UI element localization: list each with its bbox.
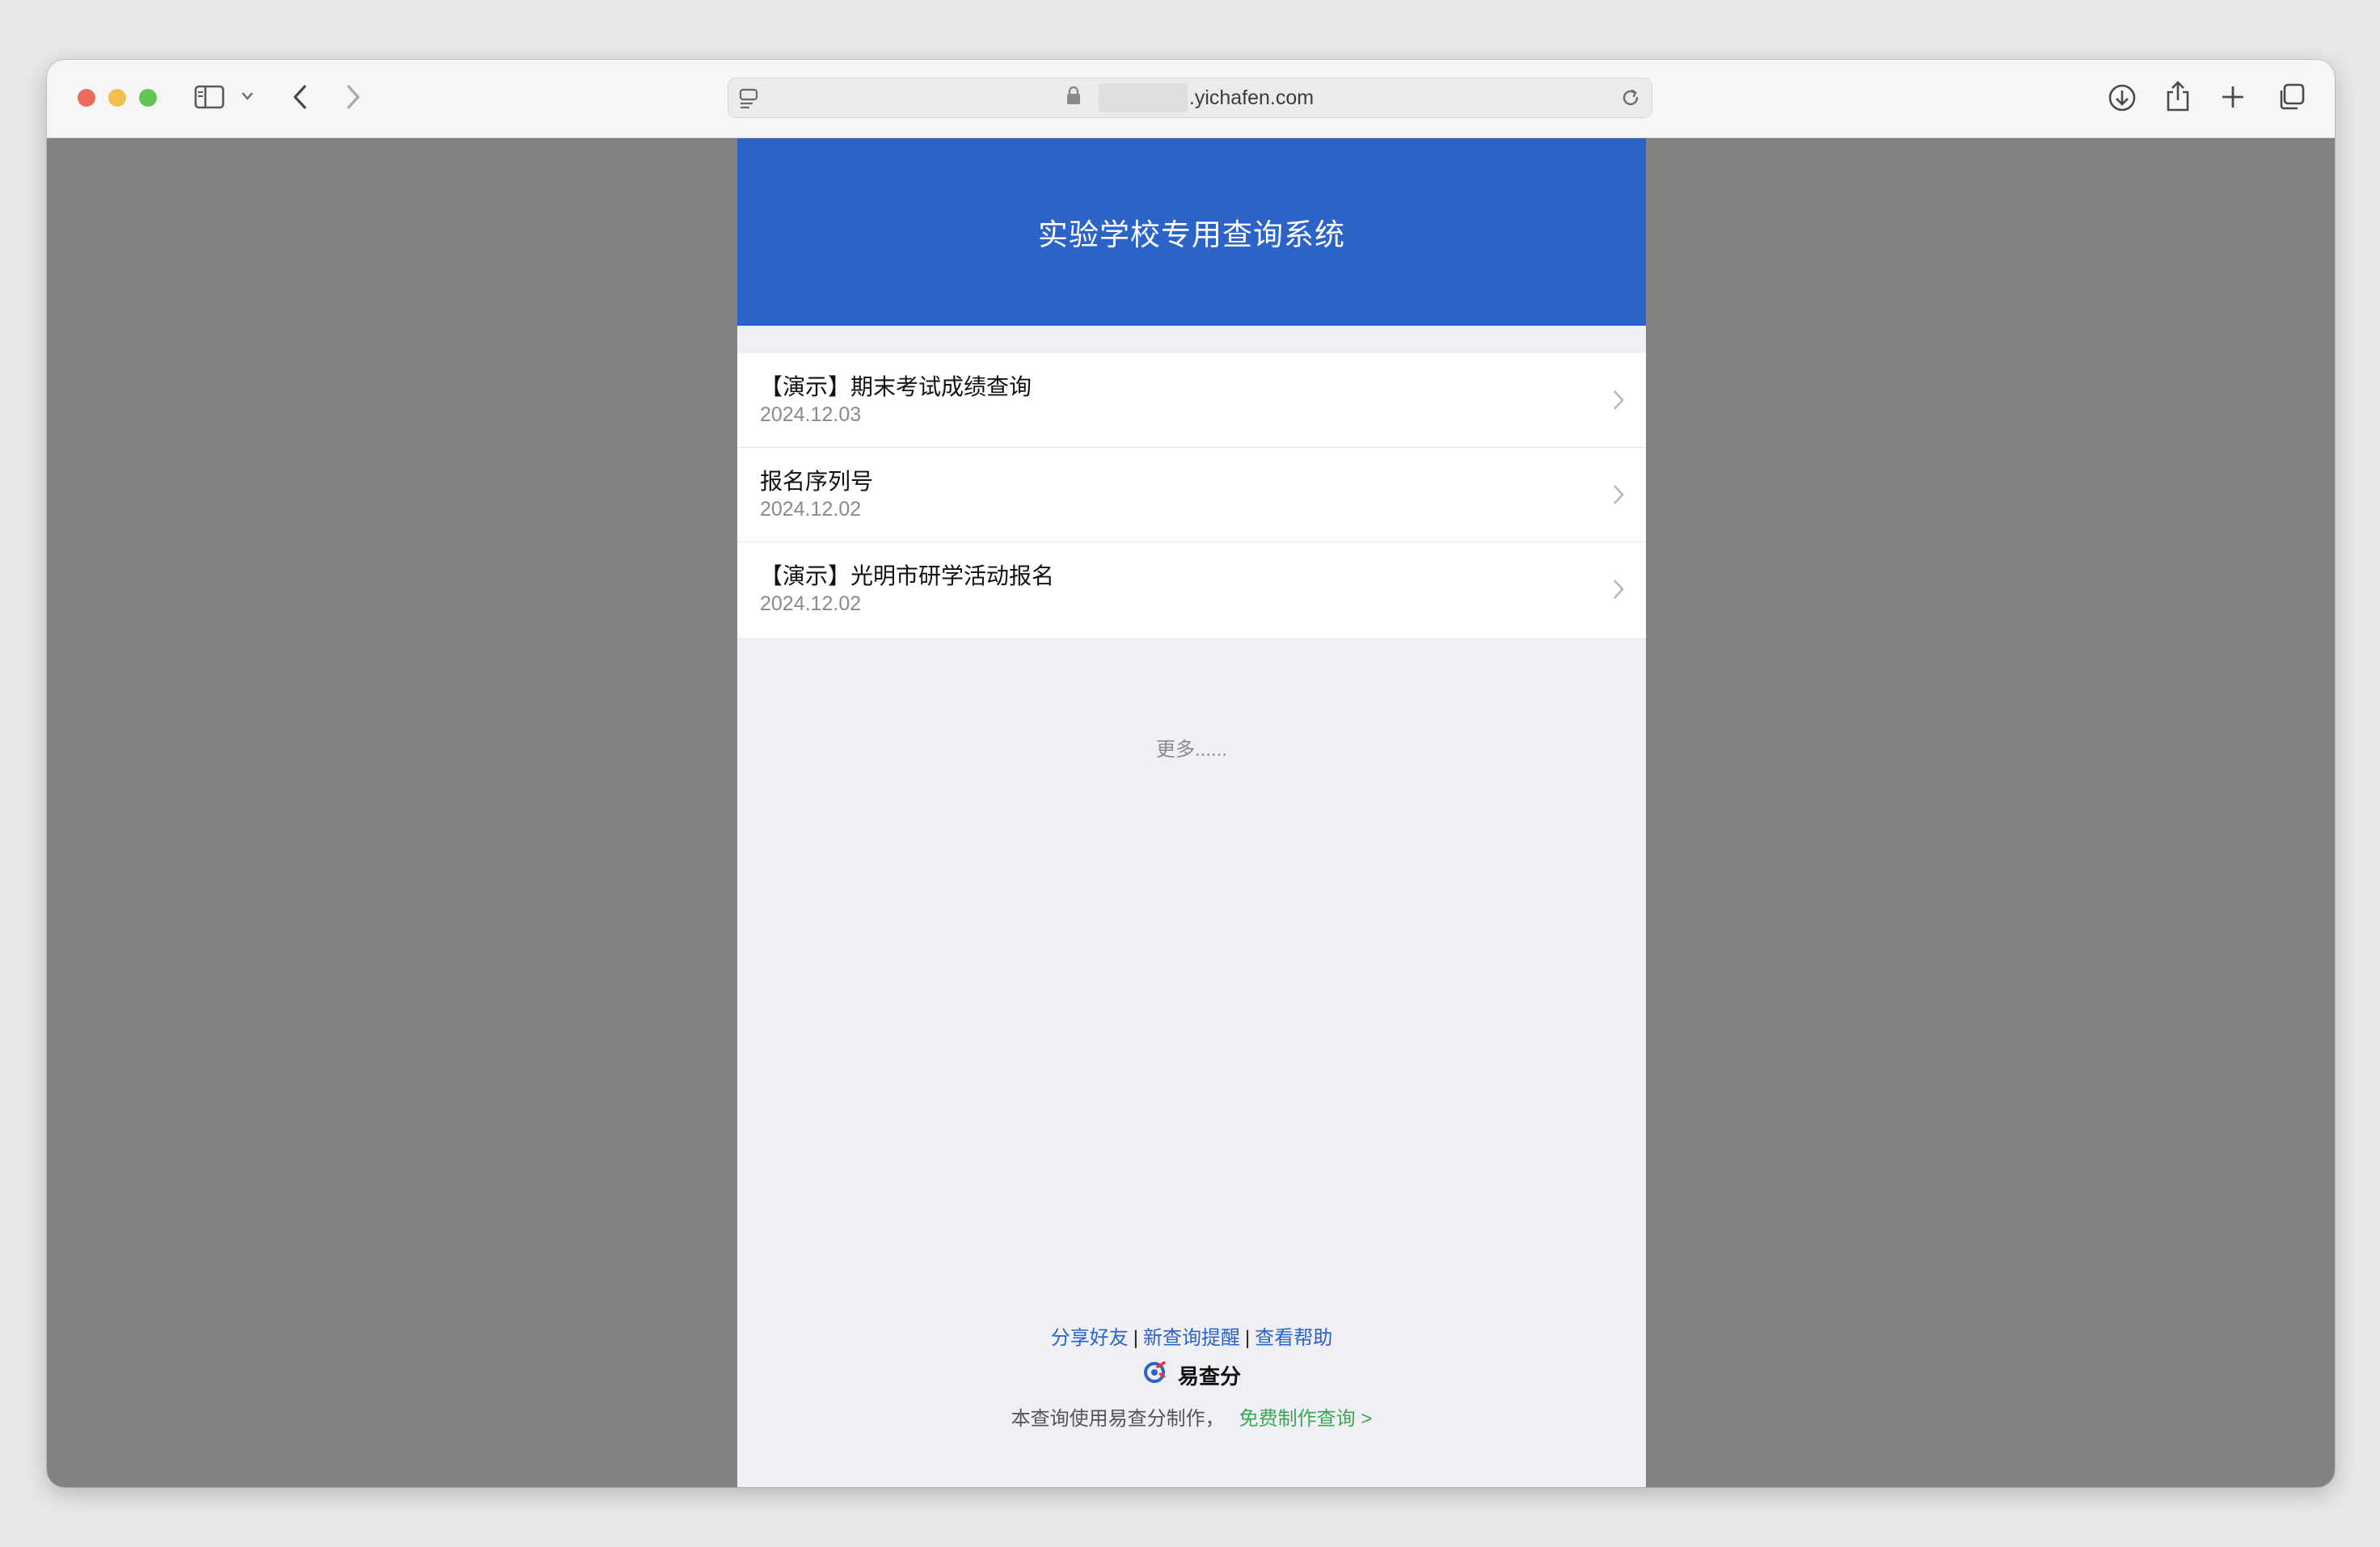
forward-icon[interactable] [344,84,362,110]
reload-icon[interactable] [1619,86,1642,109]
chevron-down-icon[interactable] [241,91,254,102]
list-item[interactable]: 【演示】光明市研学活动报名 2024.12.02 [737,542,1646,638]
page-header: 实验学校专用查询系统 [737,138,1646,326]
separator: | [1245,1327,1251,1349]
free-create-link[interactable]: 免费制作查询 > [1239,1408,1373,1430]
item-title: 【演示】期末考试成绩查询 [760,374,1032,399]
brand-name: 易查分 [1177,1364,1241,1389]
item-date: 2024.12.03 [760,403,862,426]
address-bar[interactable]: .yichafen.com [728,78,1652,118]
more-link[interactable]: 更多...... [737,733,1646,761]
minimize-window-button[interactable] [108,89,126,107]
item-title: 报名序列号 [760,469,874,494]
new-query-reminder-link[interactable]: 新查询提醒 [1143,1327,1240,1349]
maximize-window-button[interactable] [139,89,157,107]
close-window-button[interactable] [78,89,95,107]
tabs-overview-icon[interactable] [2277,82,2306,112]
separator: | [1133,1327,1138,1349]
chevron-right-icon [1612,389,1625,415]
page-title: 实验学校专用查询系统 [1038,218,1345,251]
share-friends-link[interactable]: 分享好友 [1051,1327,1129,1349]
made-text: 本查询使用易查分制作， [1011,1408,1225,1430]
made-with-note: 本查询使用易查分制作， 免费制作查询 > [737,1402,1646,1431]
chevron-right-icon [1612,578,1625,605]
list-item[interactable]: 【演示】期末考试成绩查询 2024.12.03 [737,353,1646,448]
sidebar-icon[interactable] [194,84,225,110]
back-icon[interactable] [291,84,309,110]
browser-toolbar: .yichafen.com [47,60,2335,138]
item-date: 2024.12.02 [760,592,862,615]
query-list: 【演示】期末考试成绩查询 2024.12.03 报名序列号 2024.12.02… [737,353,1646,638]
url-domain: .yichafen.com [1188,86,1314,109]
help-link[interactable]: 查看帮助 [1255,1327,1332,1349]
redacted-subdomain [1098,83,1188,112]
yichafen-logo-icon [1142,1360,1167,1390]
chevron-right-icon [1612,483,1625,510]
download-icon[interactable] [2107,82,2137,113]
web-page: 实验学校专用查询系统 【演示】期末考试成绩查询 2024.12.03 报名序列号… [737,138,1646,1487]
brand: 易查分 [737,1360,1646,1390]
item-date: 2024.12.02 [760,498,862,521]
item-title: 【演示】光明市研学活动报名 [760,563,1055,588]
footer-links: 分享好友 | 新查询提醒 | 查看帮助 [737,1321,1646,1350]
list-item[interactable]: 报名序列号 2024.12.02 [737,448,1646,542]
lock-icon [1066,86,1081,111]
browser-window: .yichafen.com 实验学校专用查询系统 【演示】期末考试成绩查询 20… [47,60,2335,1487]
new-tab-icon[interactable] [2220,84,2246,110]
share-icon[interactable] [2165,79,2191,113]
